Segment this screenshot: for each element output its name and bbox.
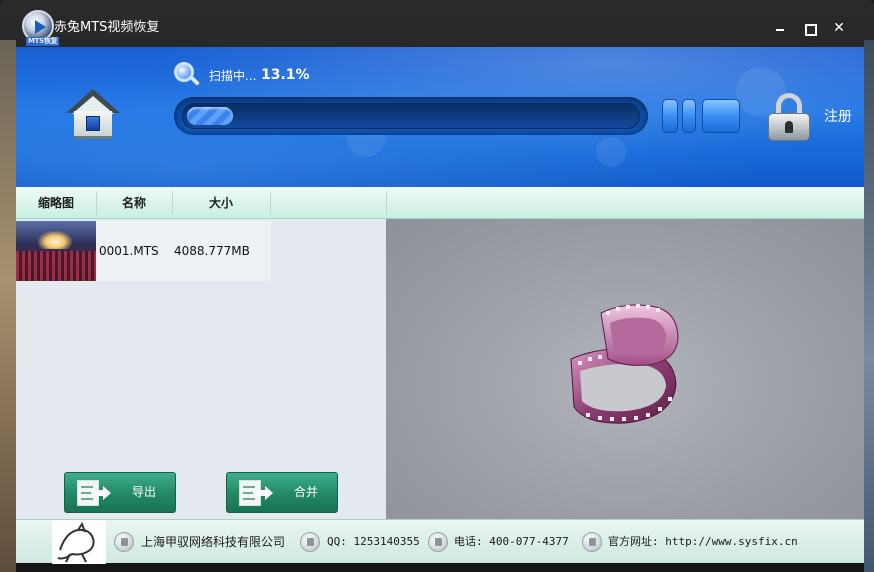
scan-status-label: 扫描中... bbox=[209, 69, 257, 83]
pause-icon[interactable] bbox=[662, 97, 742, 135]
scan-progress-bar bbox=[174, 97, 648, 135]
company-logo bbox=[52, 520, 106, 564]
file-size: 4088.777MB bbox=[174, 244, 250, 258]
column-header-name[interactable]: 名称 bbox=[96, 187, 172, 219]
table-header: 缩略图 名称 大小 bbox=[16, 187, 864, 219]
header-panel: 扫描中... 13.1% 注册 bbox=[16, 47, 864, 187]
register-link[interactable]: 注册 bbox=[824, 109, 852, 125]
maximize-button[interactable] bbox=[800, 20, 818, 36]
minimize-button[interactable] bbox=[771, 20, 789, 36]
app-window: MTS恢复 赤兔MTS视频恢复 ✕ 扫描中... 13.1% 注册 缩略图 名称… bbox=[0, 0, 874, 572]
export-button[interactable]: 导出 bbox=[64, 472, 176, 513]
footer-bar: 上海甲驭网络科技有限公司 QQ: 1253140355 电话: 400-077-… bbox=[16, 519, 864, 564]
search-icon bbox=[174, 62, 200, 88]
column-header-thumbnail[interactable]: 缩略图 bbox=[16, 187, 96, 219]
phone-icon bbox=[428, 532, 448, 552]
app-logo-text: MTS恢复 bbox=[26, 37, 60, 46]
website-link[interactable]: 官方网址: http://www.sysfix.cn bbox=[608, 534, 798, 550]
export-button-label: 导出 bbox=[131, 485, 156, 499]
video-preview bbox=[386, 219, 864, 519]
file-name: 0001.MTS bbox=[99, 244, 159, 258]
progress-fill bbox=[187, 107, 233, 125]
close-button[interactable]: ✕ bbox=[830, 20, 848, 36]
video-thumbnail bbox=[16, 221, 96, 281]
film-reel-icon bbox=[570, 304, 679, 424]
column-divider bbox=[172, 191, 173, 215]
globe-icon bbox=[582, 532, 602, 552]
table-row[interactable]: 0001.MTS 4088.777MB bbox=[16, 221, 271, 281]
qq-icon bbox=[300, 532, 320, 552]
phone-number: 电话: 400-077-4377 bbox=[454, 535, 569, 548]
export-icon bbox=[77, 480, 111, 506]
column-divider bbox=[270, 191, 271, 215]
progress-track bbox=[182, 103, 640, 129]
qq-number: QQ: 1253140355 bbox=[327, 535, 420, 548]
column-divider bbox=[96, 191, 97, 215]
window-title: 赤兔MTS视频恢复 bbox=[54, 20, 160, 35]
lock-icon[interactable] bbox=[768, 93, 810, 141]
home-icon[interactable] bbox=[66, 87, 120, 143]
column-header-size[interactable]: 大小 bbox=[172, 187, 270, 219]
scan-percent: 13.1% bbox=[261, 67, 310, 83]
merge-icon bbox=[239, 480, 273, 506]
column-divider bbox=[386, 191, 387, 215]
merge-button-label: 合并 bbox=[293, 485, 318, 499]
building-icon bbox=[114, 532, 134, 552]
desktop-edge-left bbox=[0, 40, 16, 572]
merge-button[interactable]: 合并 bbox=[226, 472, 338, 513]
title-bar[interactable]: MTS恢复 赤兔MTS视频恢复 ✕ bbox=[0, 0, 874, 46]
company-name: 上海甲驭网络科技有限公司 bbox=[141, 535, 286, 549]
bokeh-decoration bbox=[596, 137, 626, 167]
desktop-edge-right bbox=[864, 40, 874, 572]
